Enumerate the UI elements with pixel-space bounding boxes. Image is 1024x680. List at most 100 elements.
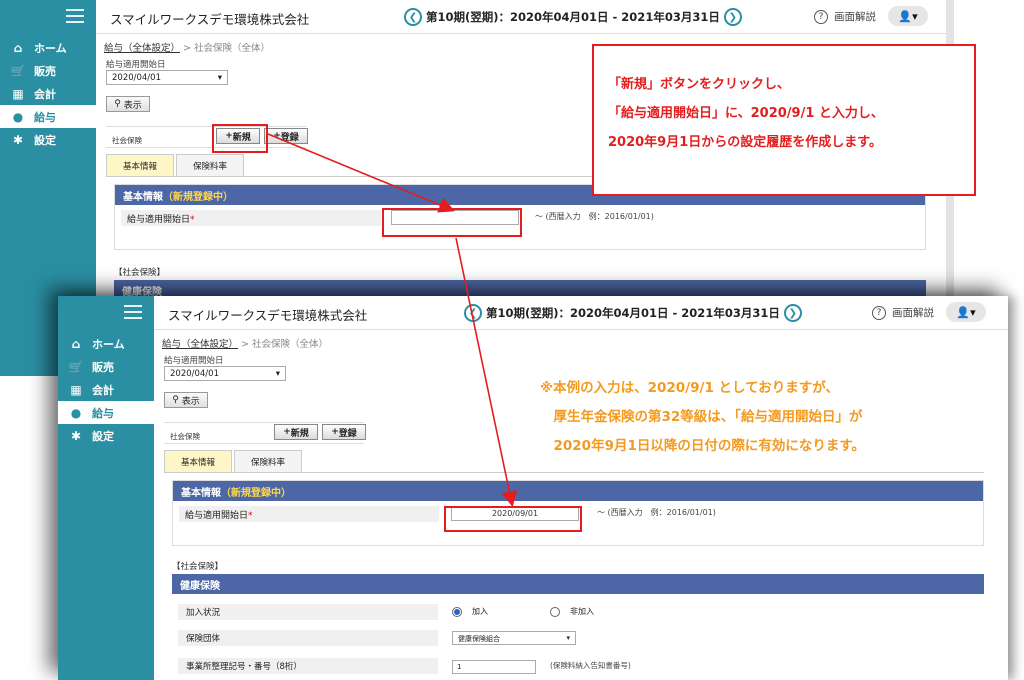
insurance-group-label: 保険団体 bbox=[178, 630, 438, 646]
plus-icon: + bbox=[273, 131, 281, 141]
breadcrumb-parent-link[interactable]: 給与（全体設定） bbox=[104, 43, 180, 54]
note-text: ※本例の入力は、2020/9/1 としておりますが、 厚生年金保険の第32等級は… bbox=[540, 380, 866, 454]
nav-item-payroll[interactable]: ● 給与 bbox=[58, 401, 154, 424]
gear-icon: ✱ bbox=[12, 132, 24, 147]
register-button[interactable]: + 登録 bbox=[322, 424, 366, 440]
office-number-label: 事業所整理記号・番号（8桁） bbox=[178, 658, 438, 674]
company-name: スマイルワークスデモ環境株式会社 bbox=[110, 12, 310, 27]
breadcrumb-parent-link[interactable]: 給与（全体設定） bbox=[162, 339, 238, 350]
nav-item-accounting[interactable]: ▦ 会計 bbox=[58, 378, 154, 401]
register-button[interactable]: + 登録 bbox=[264, 128, 308, 144]
next-period-button[interactable]: ❯ bbox=[723, 8, 742, 26]
calculator-icon: ▦ bbox=[12, 86, 24, 101]
health-insurance-header: 健康保険 bbox=[172, 574, 984, 594]
user-menu-button[interactable]: 👤▾ bbox=[946, 302, 986, 322]
breadcrumb: 給与（全体設定） > 社会保険（全体） bbox=[162, 339, 329, 350]
sidebar: ⌂ ホーム 🛒 販売 ▦ 会計 ● 給与 ✱ 設定 bbox=[58, 296, 154, 680]
nav-menu: ⌂ ホーム 🛒 販売 ▦ 会計 ● 給与 ✱ 設定 bbox=[58, 332, 154, 447]
company-name: スマイルワークスデモ環境株式会社 bbox=[168, 308, 368, 323]
tab-basic-info[interactable]: 基本情報 bbox=[164, 450, 233, 472]
nav-item-home[interactable]: ⌂ ホーム bbox=[0, 36, 96, 59]
enrollment-radio-none[interactable]: 非加入 bbox=[550, 606, 594, 617]
section-label: 社会保険 bbox=[112, 136, 142, 145]
hamburger-menu-icon[interactable] bbox=[124, 305, 142, 319]
top-bar: スマイルワークスデモ環境株式会社 ❮ 第10期(翌期)：2020年04月01日 … bbox=[154, 296, 1008, 330]
show-button[interactable]: ⚲ 表示 bbox=[164, 392, 208, 408]
prev-period-button[interactable]: ❮ bbox=[404, 8, 422, 26]
home-icon: ⌂ bbox=[71, 336, 81, 351]
period-selector: ❮ 第10期(翌期)：2020年04月01日 - 2021年03月31日 ❯ bbox=[460, 304, 806, 322]
chevron-down-icon: ▾ bbox=[217, 72, 222, 83]
nav-item-sales[interactable]: 🛒 販売 bbox=[58, 355, 154, 378]
date-filter-label: 給与適用開始日 bbox=[106, 60, 166, 70]
start-date-label: 給与適用開始日* bbox=[179, 506, 439, 522]
breadcrumb: 給与（全体設定） > 社会保険（全体） bbox=[104, 43, 271, 54]
help-link[interactable]: ? 画面解説 bbox=[872, 305, 934, 320]
show-button[interactable]: ⚲ 表示 bbox=[106, 96, 150, 112]
plus-icon: + bbox=[331, 427, 339, 437]
plus-icon: + bbox=[283, 427, 291, 437]
date-filter-select[interactable]: 2020/04/01 ▾ bbox=[106, 70, 228, 85]
gear-icon: ✱ bbox=[70, 428, 82, 443]
nav-menu: ⌂ ホーム 🛒 販売 ▦ 会計 ● 給与 ✱ 設定 bbox=[0, 36, 96, 151]
panel-header: 基本情報（新規登録中） bbox=[173, 481, 983, 501]
social-insurance-label: 【社会保険】 bbox=[172, 562, 224, 572]
period-label: 第10期(翌期)：2020年04月01日 - 2021年03月31日 bbox=[486, 306, 780, 320]
enrollment-label: 加入状況 bbox=[178, 604, 438, 620]
nav-item-payroll[interactable]: ● 給与 bbox=[0, 105, 96, 128]
help-link[interactable]: ? 画面解説 bbox=[814, 9, 876, 24]
user-icon: 👤▾ bbox=[898, 9, 918, 23]
question-icon: ? bbox=[814, 9, 828, 24]
tab-bar: 基本情報 保険料率 bbox=[106, 154, 246, 176]
money-bag-icon: ● bbox=[70, 405, 82, 420]
nav-item-settings[interactable]: ✱ 設定 bbox=[58, 424, 154, 447]
date-filter-select[interactable]: 2020/04/01 ▾ bbox=[164, 366, 286, 381]
tab-basic-info[interactable]: 基本情報 bbox=[106, 154, 175, 176]
prev-period-button[interactable]: ❮ bbox=[464, 304, 482, 322]
office-number-input[interactable]: 1 bbox=[452, 660, 536, 674]
radio-selected-icon bbox=[452, 606, 462, 617]
date-filter-label: 給与適用開始日 bbox=[164, 356, 224, 366]
nav-item-sales[interactable]: 🛒 販売 bbox=[0, 59, 96, 82]
screenshot-root: ⌂ ホーム 🛒 販売 ▦ 会計 ● 給与 ✱ 設定 スマイルワークスデモ環境株式会社 ❮ … bbox=[0, 0, 1024, 680]
question-icon: ? bbox=[872, 305, 886, 320]
top-bar: スマイルワークスデモ環境株式会社 ❮ 第10期(翌期)：2020年04月01日 … bbox=[96, 0, 950, 34]
tab-insurance-rate[interactable]: 保険料率 bbox=[176, 154, 245, 176]
tab-divider bbox=[164, 472, 984, 473]
section-label: 社会保険 bbox=[170, 432, 200, 441]
office-number-hint: (保険料納入告知書番号) bbox=[550, 661, 631, 670]
search-icon: ⚲ bbox=[114, 99, 124, 109]
start-date-result-highlight bbox=[444, 506, 582, 532]
new-button[interactable]: + 新規 bbox=[274, 424, 318, 440]
user-icon: 👤▾ bbox=[956, 305, 976, 319]
next-period-button[interactable]: ❯ bbox=[783, 304, 802, 322]
radio-unselected-icon bbox=[550, 606, 560, 617]
cart-icon: 🛒 bbox=[68, 359, 84, 374]
chevron-down-icon: ▾ bbox=[566, 634, 570, 642]
tab-bar: 基本情報 保険料率 bbox=[164, 450, 304, 472]
nav-item-home[interactable]: ⌂ ホーム bbox=[58, 332, 154, 355]
user-menu-button[interactable]: 👤▾ bbox=[888, 6, 928, 26]
search-icon: ⚲ bbox=[172, 395, 182, 405]
cart-icon: 🛒 bbox=[10, 63, 26, 78]
enrollment-radio-join[interactable]: 加入 bbox=[452, 606, 488, 617]
nav-item-settings[interactable]: ✱ 設定 bbox=[0, 128, 96, 151]
start-date-hint: ～ (西暦入力 例：2016/01/01) bbox=[535, 212, 654, 221]
social-insurance-label: 【社会保険】 bbox=[114, 268, 166, 278]
insurance-group-select[interactable]: 健康保険組合 ▾ bbox=[452, 631, 576, 645]
hamburger-menu-icon[interactable] bbox=[66, 9, 84, 23]
start-date-input-highlight bbox=[382, 208, 522, 237]
period-label: 第10期(翌期)：2020年04月01日 - 2021年03月31日 bbox=[426, 10, 720, 24]
start-date-label: 給与適用開始日* bbox=[121, 210, 381, 226]
nav-item-accounting[interactable]: ▦ 会計 bbox=[0, 82, 96, 105]
home-icon: ⌂ bbox=[13, 40, 23, 55]
money-bag-icon: ● bbox=[12, 109, 24, 124]
chevron-down-icon: ▾ bbox=[275, 368, 280, 379]
app-window-after: ⌂ ホーム 🛒 販売 ▦ 会計 ● 給与 ✱ 設定 スマイルワークスデモ環境株式会社 ❮ … bbox=[58, 296, 1008, 680]
tab-insurance-rate[interactable]: 保険料率 bbox=[234, 450, 303, 472]
period-selector: ❮ 第10期(翌期)：2020年04月01日 - 2021年03月31日 ❯ bbox=[400, 8, 746, 26]
start-date-hint: ～ (西暦入力 例：2016/01/01) bbox=[597, 508, 716, 517]
calculator-icon: ▦ bbox=[70, 382, 82, 397]
instruction-callout: 「新規」ボタンをクリックし、 「給与適用開始日」に、2020/9/1 と入力し、… bbox=[592, 44, 976, 196]
new-button-highlight bbox=[212, 124, 268, 153]
